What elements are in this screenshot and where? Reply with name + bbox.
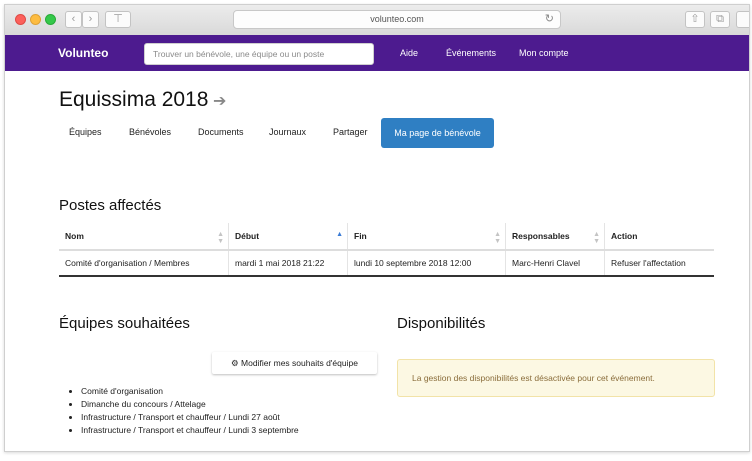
sort-icon: ▲ ▼ — [217, 231, 224, 245]
nav-link-evenements[interactable]: Événements — [446, 48, 496, 58]
reload-icon[interactable]: ↻ — [545, 11, 554, 28]
minimize-window-button[interactable] — [30, 14, 41, 25]
nav-link-mon-compte[interactable]: Mon compte — [519, 48, 569, 58]
list-item: Comité d'organisation — [81, 385, 299, 398]
share-icon: ⇧ — [690, 13, 700, 25]
app-navbar: Volunteo Aide Événements Mon compte — [5, 35, 749, 71]
tab-documents[interactable]: Documents — [198, 127, 244, 137]
brand-logo[interactable]: Volunteo — [58, 46, 108, 60]
tab-ma-page-de-benevole[interactable]: Ma page de bénévole — [381, 118, 494, 148]
column-header-fin[interactable]: Fin ▲ ▼ — [347, 223, 506, 251]
availability-alert: La gestion des disponibilités est désact… — [397, 359, 715, 397]
chevron-left-icon: ‹ — [71, 13, 76, 25]
page-title: Equissima 2018 — [59, 88, 209, 111]
back-button[interactable]: ‹ — [65, 11, 82, 28]
equipes-heading: Équipes souhaitées — [59, 315, 190, 332]
list-item: Infrastructure / Transport et chauffeur … — [81, 411, 299, 424]
modify-team-wishes-button[interactable]: ⚙ Modifier mes souhaits d'équipe — [212, 352, 377, 374]
browser-toolbar: ‹ › ⊤ volunteo.com ↻ ⇧ ⧉ — [5, 5, 749, 36]
responsable-link[interactable]: Marc-Henri Clavel — [505, 250, 605, 276]
tab-benevoles[interactable]: Bénévoles — [129, 127, 171, 137]
url-text: volunteo.com — [370, 14, 424, 24]
chevron-right-icon: › — [88, 13, 93, 25]
sort-icon: ▲ ▼ — [494, 231, 501, 245]
forward-button[interactable]: › — [82, 11, 99, 28]
search-input[interactable] — [144, 43, 374, 65]
share-button[interactable]: ⇧ — [685, 11, 705, 28]
sidebar-icon: ⊤ — [113, 13, 123, 25]
tab-equipes[interactable]: Équipes — [69, 127, 102, 137]
team-wishes-list: Comité d'organisation Dimanche du concou… — [67, 385, 299, 437]
column-header-debut[interactable]: Début ▲ — [228, 223, 348, 251]
column-header-action: Action — [604, 223, 714, 251]
sort-ascending-icon: ▲ — [336, 231, 343, 238]
browser-window: ‹ › ⊤ volunteo.com ↻ ⇧ ⧉ Volunteo Aide É… — [4, 4, 750, 452]
tab-journaux[interactable]: Journaux — [269, 127, 306, 137]
tabs-overview-button[interactable]: ⧉ — [710, 11, 730, 28]
disponibilites-heading: Disponibilités — [397, 315, 486, 332]
address-bar[interactable]: volunteo.com ↻ — [233, 10, 561, 29]
cell-fin: lundi 10 septembre 2018 12:00 — [347, 250, 506, 276]
refuse-assignment-link[interactable]: Refuser l'affectation — [604, 250, 714, 276]
close-window-button[interactable] — [15, 14, 26, 25]
sidebar-toggle-button[interactable]: ⊤ — [105, 11, 131, 28]
list-item: Dimanche du concours / Attelage — [81, 398, 299, 411]
sort-icon: ▲ ▼ — [593, 231, 600, 245]
table-header-row: Nom ▲ ▼ Début ▲ Fin ▲ ▼ Responsables ▲ ▼ Action — [59, 223, 714, 251]
maximize-window-button[interactable] — [45, 14, 56, 25]
arrow-right-icon[interactable]: ➔ — [213, 91, 226, 111]
cell-nom: Comité d'organisation / Membres — [65, 258, 190, 268]
cell-debut: mardi 1 mai 2018 21:22 — [228, 250, 348, 276]
column-header-nom[interactable]: Nom ▲ ▼ — [59, 223, 229, 251]
extra-toolbar-button[interactable] — [736, 11, 749, 28]
gear-icon: ⚙ — [231, 358, 239, 368]
postes-table: Nom ▲ ▼ Début ▲ Fin ▲ ▼ Responsables ▲ ▼ Action… — [59, 223, 714, 277]
modify-button-label: Modifier mes souhaits d'équipe — [241, 358, 358, 368]
tab-partager[interactable]: Partager — [333, 127, 368, 137]
nav-link-aide[interactable]: Aide — [400, 48, 418, 58]
column-header-responsables[interactable]: Responsables ▲ ▼ — [505, 223, 605, 251]
list-item: Infrastructure / Transport et chauffeur … — [81, 424, 299, 437]
table-row: Comité d'organisation / Membres mardi 1 … — [59, 250, 714, 276]
tabs-icon: ⧉ — [716, 13, 724, 25]
postes-heading: Postes affectés — [59, 197, 162, 214]
